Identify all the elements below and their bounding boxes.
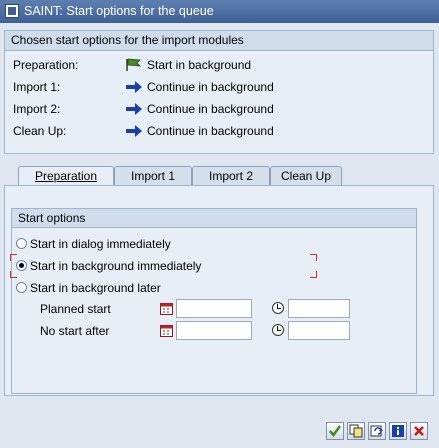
focus-marker (310, 254, 317, 261)
option-value: Continue in background (147, 102, 274, 116)
tab-preparation[interactable]: Preparation (18, 166, 114, 186)
clock-icon[interactable] (272, 302, 284, 314)
focus-marker (310, 271, 317, 278)
group-title: Start options (18, 211, 86, 225)
radio-label: Start in dialog immediately (30, 237, 171, 251)
option-value: Continue in background (147, 80, 274, 94)
confirm-icon (329, 425, 342, 438)
arrow-right-icon (125, 102, 143, 116)
refresh-icon (370, 425, 383, 437)
option-label: Preparation: (13, 58, 79, 72)
radio-button[interactable] (16, 238, 27, 249)
radio-label: Start in background immediately (30, 259, 202, 273)
radio-button[interactable] (16, 260, 27, 271)
cancel-icon (414, 426, 424, 436)
flag-icon (125, 58, 143, 72)
option-value: Start in background (147, 58, 252, 72)
focus-marker (10, 254, 17, 261)
window-icon[interactable] (5, 4, 19, 18)
copy-icon (349, 424, 363, 438)
copy-button[interactable] (347, 422, 365, 440)
refresh-button[interactable] (368, 422, 386, 440)
calendar-icon[interactable] (160, 324, 173, 337)
info-button[interactable] (389, 422, 407, 440)
radio-button[interactable] (16, 282, 27, 293)
cancel-button[interactable] (410, 422, 428, 440)
tab-panel: Start options Start in dialog immediatel… (4, 185, 434, 396)
option-value: Continue in background (147, 124, 274, 138)
option-label: Clean Up: (13, 124, 67, 138)
calendar-icon[interactable] (160, 302, 173, 315)
group-title: Chosen start options for the import modu… (11, 33, 244, 47)
window-title: SAINT: Start options for the queue (24, 4, 214, 18)
no-start-after-time-input[interactable] (288, 321, 350, 340)
title-bar: SAINT: Start options for the queue (0, 0, 439, 23)
arrow-right-icon (125, 124, 143, 138)
option-label: Import 1: (13, 80, 61, 94)
focus-marker (10, 271, 17, 278)
planned-start-date-input[interactable] (176, 299, 252, 318)
option-label: Import 2: (13, 102, 61, 116)
tab-strip: Preparation Import 1 Import 2 Clean Up (10, 166, 430, 186)
arrow-right-icon (125, 80, 143, 94)
planned-start-time-input[interactable] (288, 299, 350, 318)
chosen-options-group: Chosen start options for the import modu… (4, 30, 434, 154)
clock-icon[interactable] (272, 324, 284, 336)
tab-import-2[interactable]: Import 2 (192, 166, 270, 185)
tab-import-1[interactable]: Import 1 (114, 166, 192, 185)
planned-start-label: Planned start (40, 302, 111, 316)
radio-label: Start in background later (30, 281, 161, 295)
start-options-group: Start options Start in dialog immediatel… (10, 208, 417, 394)
button-bar (0, 418, 439, 448)
tab-clean-up[interactable]: Clean Up (270, 166, 342, 185)
no-start-after-label: No start after (40, 324, 110, 338)
no-start-after-date-input[interactable] (176, 321, 252, 340)
info-icon (392, 425, 404, 437)
confirm-button[interactable] (326, 422, 344, 440)
radio-start-background-immediately[interactable]: Start in background immediately (16, 257, 316, 275)
